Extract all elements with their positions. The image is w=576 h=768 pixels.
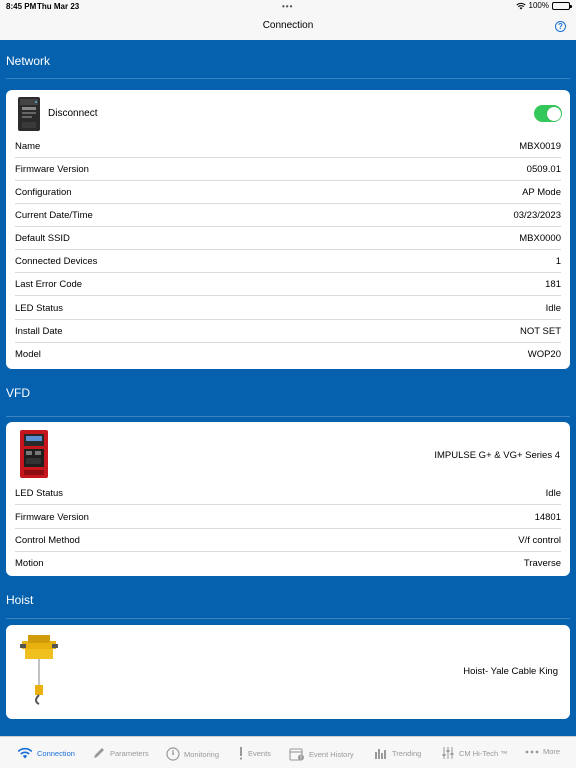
- row-value: Traverse: [523, 558, 561, 569]
- page-title: Connection: [262, 20, 314, 31]
- tab-trending[interactable]: Trending: [374, 747, 421, 759]
- tab-more[interactable]: More: [525, 747, 560, 756]
- status-date: Thu Mar 23: [37, 2, 80, 11]
- row-value: 0509.01: [526, 164, 561, 175]
- row-label: LED Status: [15, 488, 64, 499]
- help-icon[interactable]: ?: [555, 21, 566, 32]
- tab-monitoring[interactable]: Monitoring: [166, 747, 219, 761]
- ellipsis-icon: [525, 750, 539, 753]
- navigation-bar: Connection ?: [0, 14, 576, 40]
- row-label: Last Error Code: [15, 279, 83, 290]
- sliders-icon: [442, 747, 454, 759]
- tab-label: Connection: [37, 748, 75, 758]
- vfd-row-motion: Motion Traverse: [15, 552, 561, 575]
- row-label: Firmware Version: [15, 512, 89, 523]
- vfd-row-control-method: Control Method V/f control: [15, 529, 561, 552]
- hoist-device-image: [20, 635, 58, 705]
- tab-label: Parameters: [110, 748, 149, 758]
- network-row-model: Model WOP20: [15, 343, 561, 366]
- row-label: Firmware Version: [15, 164, 89, 175]
- row-value: WOP20: [527, 349, 561, 360]
- status-bar: 8:45 PM Thu Mar 23 ••• 100%: [0, 0, 576, 14]
- gauge-icon: [166, 747, 180, 761]
- section-divider: [6, 618, 570, 619]
- network-row-error-code: Last Error Code 181: [15, 273, 561, 296]
- row-value: Idle: [545, 488, 561, 499]
- wifi-status-icon: [515, 2, 526, 9]
- row-label: Control Method: [15, 535, 80, 546]
- row-value: 03/23/2023: [513, 210, 561, 221]
- row-value: NOT SET: [520, 326, 561, 337]
- row-value: 181: [545, 279, 561, 290]
- hoist-device-name: Hoist- Yale Cable King: [463, 666, 558, 677]
- battery-icon: [552, 1, 572, 10]
- battery-percent: 100%: [528, 1, 549, 10]
- wifi-icon: [17, 747, 33, 759]
- row-label: Configuration: [15, 187, 72, 198]
- row-value: Idle: [545, 303, 561, 314]
- vfd-row-led-status: LED Status Idle: [15, 482, 561, 505]
- row-value: MBX0019: [519, 141, 561, 152]
- pencil-icon: [94, 748, 104, 758]
- tab-bar: Connection Parameters Monitoring Events …: [0, 736, 576, 768]
- multitasking-dots[interactable]: •••: [282, 2, 293, 11]
- tab-label: Trending: [392, 748, 422, 758]
- network-device-image: [18, 97, 40, 131]
- disconnect-label: Disconnect: [48, 108, 98, 119]
- vfd-section-title: VFD: [6, 386, 30, 400]
- network-row-ssid: Default SSID MBX0000: [15, 227, 561, 250]
- row-value: AP Mode: [522, 187, 561, 198]
- row-label: Default SSID: [15, 233, 70, 244]
- row-label: Connected Devices: [15, 256, 98, 267]
- row-label: Install Date: [15, 326, 63, 337]
- row-value: V/f control: [518, 535, 561, 546]
- tab-connection[interactable]: Connection: [17, 747, 75, 759]
- network-row-led-status: LED Status Idle: [15, 297, 561, 320]
- row-label: LED Status: [15, 303, 64, 314]
- vfd-card: IMPULSE G+ & VG+ Series 4 LED Status Idl…: [6, 422, 570, 576]
- main-content[interactable]: Network Disconnect Name MBX0019 Firmware…: [0, 40, 576, 736]
- network-row-install-date: Install Date NOT SET: [15, 320, 561, 343]
- network-row-name: Name MBX0019: [15, 135, 561, 158]
- section-divider: [6, 78, 570, 79]
- tab-parameters[interactable]: Parameters: [93, 747, 149, 759]
- row-value: MBX0000: [519, 233, 561, 244]
- network-row-datetime: Current Date/Time 03/23/2023: [15, 204, 561, 227]
- status-indicators: 100%: [515, 1, 572, 10]
- bar-chart-icon: [375, 749, 386, 759]
- tab-label: More: [543, 747, 561, 756]
- connection-toggle[interactable]: [534, 105, 562, 122]
- tab-label: Monitoring: [184, 749, 220, 759]
- row-label: Model: [15, 349, 41, 360]
- network-row-firmware: Firmware Version 0509.01: [15, 158, 561, 181]
- hoist-card: Hoist- Yale Cable King: [6, 625, 570, 719]
- vfd-row-firmware: Firmware Version 14801: [15, 506, 561, 529]
- network-row-configuration: Configuration AP Mode: [15, 181, 561, 204]
- tab-label: Events: [248, 749, 271, 758]
- network-section-title: Network: [6, 54, 51, 68]
- tab-cm-hi-tech[interactable]: CM Hi-Tech ™: [441, 747, 508, 759]
- tab-events[interactable]: Events: [238, 747, 271, 760]
- section-divider: [6, 416, 570, 417]
- tab-label: CM Hi-Tech ™: [459, 748, 508, 758]
- row-label: Current Date/Time: [15, 210, 93, 221]
- row-value: 14801: [534, 512, 561, 523]
- row-label: Motion: [15, 558, 44, 569]
- vfd-device-image: [20, 430, 48, 478]
- hoist-section-title: Hoist: [6, 593, 34, 607]
- exclamation-icon: [240, 747, 242, 760]
- row-label: Name: [15, 141, 41, 152]
- status-time: 8:45 PM: [6, 2, 37, 11]
- calendar-alert-icon: [289, 748, 304, 761]
- tab-event-history[interactable]: Event History: [289, 747, 354, 761]
- tab-label: Event History: [309, 749, 354, 759]
- row-value: 1: [555, 256, 561, 267]
- network-row-connected-devices: Connected Devices 1: [15, 250, 561, 273]
- network-card: Disconnect Name MBX0019 Firmware Version…: [6, 90, 570, 369]
- vfd-device-name: IMPULSE G+ & VG+ Series 4: [434, 450, 560, 461]
